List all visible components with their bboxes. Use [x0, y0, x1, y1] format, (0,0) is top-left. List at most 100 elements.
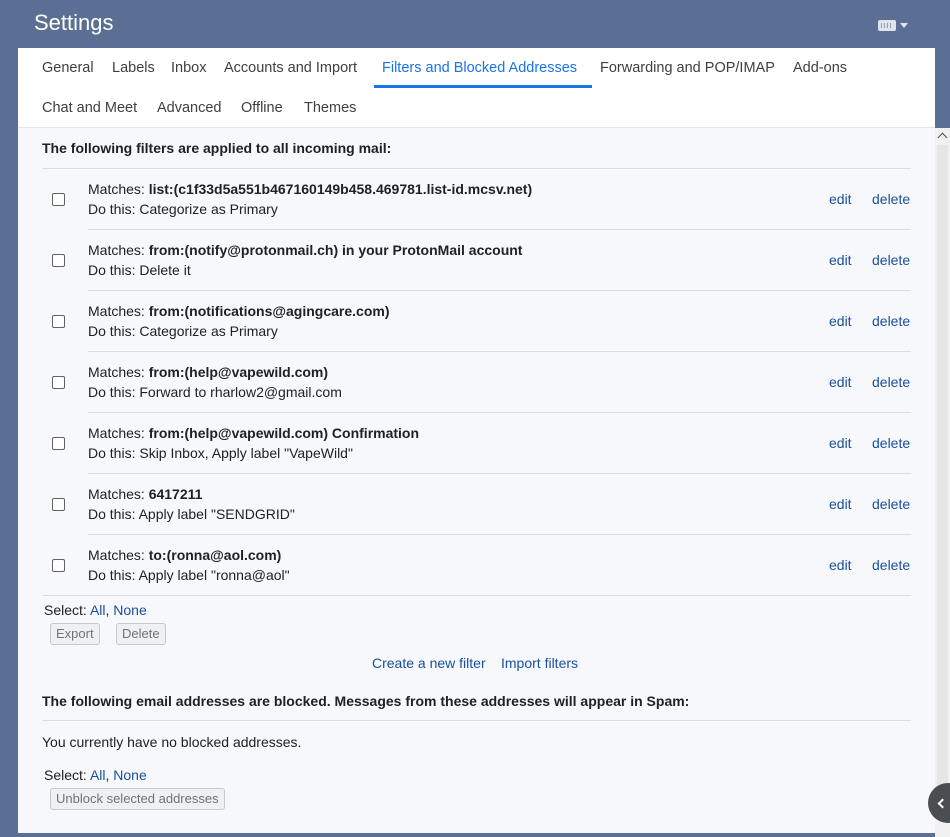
filter-action: Do this: Skip Inbox, Apply label "VapeWi… [88, 445, 353, 461]
tab-offline[interactable]: Offline [241, 100, 283, 116]
matches-label: Matches: [88, 242, 149, 258]
edit-filter-link[interactable]: edit [829, 374, 852, 390]
input-tools-button[interactable] [878, 14, 918, 36]
blocked-select-row: Select: All, None [44, 767, 147, 783]
filter-action: Do this: Apply label "SENDGRID" [88, 506, 295, 522]
filter-checkbox[interactable] [52, 376, 65, 389]
tab-general[interactable]: General [42, 60, 94, 76]
action-value: Delete it [139, 262, 191, 278]
edit-filter-link[interactable]: edit [829, 252, 852, 268]
no-blocked-message: You currently have no blocked addresses. [42, 734, 302, 750]
action-label: Do this: [88, 506, 139, 522]
filter-criteria: Matches: 6417211 [88, 486, 202, 502]
select-all-link[interactable]: All [90, 602, 106, 618]
action-value: Skip Inbox, Apply label "VapeWild" [139, 445, 353, 461]
delete-filter-link[interactable]: delete [872, 252, 910, 268]
filter-criteria: Matches: list:(c1f33d5a551b467160149b458… [88, 181, 532, 197]
filter-row: Matches: from:(help@vapewild.com) Confir… [42, 413, 911, 474]
tab-advanced[interactable]: Advanced [157, 100, 222, 116]
action-label: Do this: [88, 384, 140, 400]
criteria-value: from:(help@vapewild.com) [148, 364, 329, 380]
filter-action: Do this: Categorize as Primary [88, 323, 278, 339]
matches-label: Matches: [88, 364, 149, 380]
delete-filter-link[interactable]: delete [872, 374, 910, 390]
tab-labels[interactable]: Labels [112, 60, 155, 76]
filter-criteria: Matches: from:(help@vapewild.com) Confir… [88, 425, 419, 441]
action-label: Do this: [88, 567, 139, 583]
tab-chat-and-meet[interactable]: Chat and Meet [42, 100, 137, 116]
active-tab-indicator [374, 85, 592, 88]
filter-criteria: Matches: from:(help@vapewild.com) [88, 364, 328, 380]
select-all-link[interactable]: All [90, 767, 106, 783]
select-none-link[interactable]: None [113, 602, 146, 618]
delete-filter-link[interactable]: delete [872, 557, 910, 573]
edit-filter-link[interactable]: edit [829, 313, 852, 329]
filters-heading: The following filters are applied to all… [42, 140, 392, 156]
filter-row: Matches: from:(help@vapewild.com) Do thi… [42, 352, 911, 413]
filter-checkbox[interactable] [52, 559, 65, 572]
select-separator: , [105, 602, 110, 618]
create-new-filter-link[interactable]: Create a new filter [372, 655, 486, 671]
action-label: Do this: [88, 445, 140, 461]
tab-themes[interactable]: Themes [304, 100, 356, 116]
matches-label: Matches: [88, 425, 149, 441]
filter-checkbox[interactable] [52, 254, 65, 267]
import-filters-link[interactable]: Import filters [501, 655, 578, 671]
caret-down-icon [900, 22, 908, 28]
filter-criteria: Matches: from:(notify@protonmail.ch) in … [88, 242, 522, 258]
select-label: Select: [44, 602, 87, 618]
select-label: Select: [44, 767, 87, 783]
filter-row: Matches: from:(notify@protonmail.ch) in … [42, 230, 911, 291]
action-value: Apply label "SENDGRID" [138, 506, 295, 522]
filter-action: Do this: Delete it [88, 262, 191, 278]
edit-filter-link[interactable]: edit [829, 557, 852, 573]
tab-add-ons[interactable]: Add-ons [793, 60, 847, 76]
matches-label: Matches: [88, 303, 149, 319]
settings-tabs: General Labels Inbox Accounts and Import… [18, 48, 935, 128]
blocked-heading: The following email addresses are blocke… [42, 693, 690, 709]
delete-filter-link[interactable]: delete [872, 435, 910, 451]
select-none-link[interactable]: None [113, 767, 146, 783]
filter-criteria: Matches: to:(ronna@aol.com) [88, 547, 281, 563]
action-value: Categorize as Primary [139, 201, 278, 217]
criteria-value: to:(ronna@aol.com) [148, 547, 282, 563]
tab-forwarding-and-pop-imap[interactable]: Forwarding and POP/IMAP [600, 60, 775, 76]
filter-row: Matches: list:(c1f33d5a551b467160149b458… [42, 169, 911, 230]
divider [42, 720, 911, 721]
filter-row: Matches: from:(notifications@agingcare.c… [42, 291, 911, 352]
filter-action: Do this: Apply label "ronna@aol" [88, 567, 290, 583]
edit-filter-link[interactable]: edit [829, 435, 852, 451]
filter-action: Do this: Categorize as Primary [88, 201, 278, 217]
filter-criteria: Matches: from:(notifications@agingcare.c… [88, 303, 390, 319]
matches-label: Matches: [88, 181, 149, 197]
keyboard-icon [878, 19, 896, 31]
criteria-value: from:(notify@protonmail.ch) in your Prot… [148, 242, 523, 258]
criteria-value: from:(notifications@agingcare.com) [148, 303, 390, 319]
delete-filter-link[interactable]: delete [872, 191, 910, 207]
row-divider [42, 595, 911, 596]
select-separator: , [105, 767, 110, 783]
filter-checkbox[interactable] [52, 498, 65, 511]
edit-filter-link[interactable]: edit [829, 191, 852, 207]
delete-button[interactable]: Delete [116, 623, 166, 645]
filter-action: Do this: Forward to rharlow2@gmail.com [88, 384, 342, 400]
delete-filter-link[interactable]: delete [872, 313, 910, 329]
chevron-up-icon [937, 132, 948, 142]
scroll-up-button[interactable] [935, 128, 950, 142]
export-button[interactable]: Export [50, 623, 100, 645]
unblock-selected-button[interactable]: Unblock selected addresses [50, 788, 225, 810]
delete-filter-link[interactable]: delete [872, 496, 910, 512]
tab-filters-and-blocked-addresses[interactable]: Filters and Blocked Addresses [382, 60, 577, 76]
tab-inbox[interactable]: Inbox [171, 60, 206, 76]
scrollbar-thumb[interactable] [937, 145, 948, 795]
filter-checkbox[interactable] [52, 437, 65, 450]
filter-checkbox[interactable] [52, 193, 65, 206]
filter-checkbox[interactable] [52, 315, 65, 328]
filter-row: Matches: 6417211 Do this: Apply label "S… [42, 474, 911, 535]
matches-label: Matches: [88, 486, 149, 502]
tab-accounts-and-import[interactable]: Accounts and Import [224, 60, 357, 76]
settings-panel: General Labels Inbox Accounts and Import… [18, 48, 935, 833]
action-label: Do this: [88, 262, 140, 278]
edit-filter-link[interactable]: edit [829, 496, 852, 512]
action-value: Apply label "ronna@aol" [138, 567, 290, 583]
